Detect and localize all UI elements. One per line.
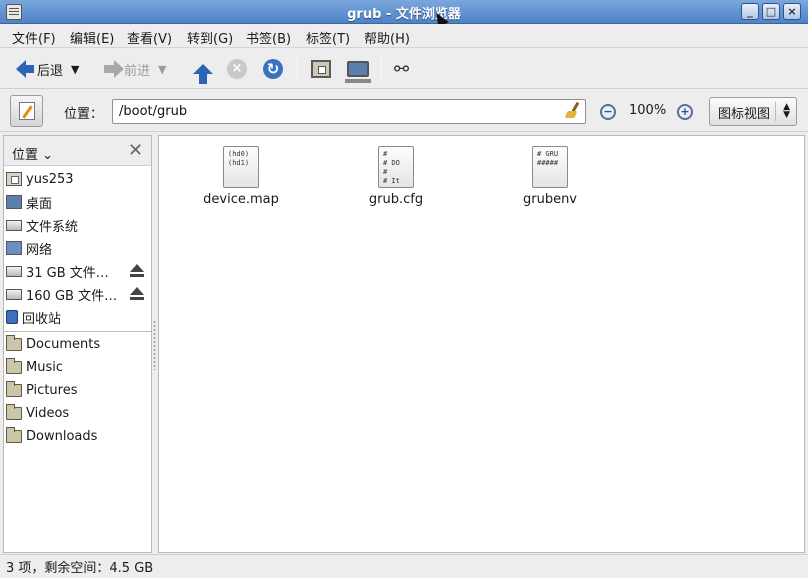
close-window-button[interactable]: × bbox=[783, 3, 801, 20]
file-view[interactable]: (hd0) (hd1) device.map # # DO # # It gru… bbox=[158, 135, 805, 553]
toolbar-separator bbox=[297, 57, 298, 81]
maximize-button[interactable]: □ bbox=[762, 3, 780, 20]
home-button[interactable] bbox=[311, 56, 331, 82]
menu-help[interactable]: 帮助(H) bbox=[364, 28, 410, 47]
reload-button[interactable]: ↻ bbox=[263, 56, 283, 82]
select-updown-icon: ▲ ▼ bbox=[783, 102, 790, 120]
file-name: grubenv bbox=[522, 192, 578, 207]
status-bar: 3 项，剩余空间：4.5 GB bbox=[0, 554, 808, 578]
menu-view[interactable]: 查看(V) bbox=[127, 28, 172, 47]
toolbar-separator bbox=[381, 57, 382, 81]
folder-icon bbox=[6, 334, 22, 351]
folder-icon bbox=[6, 357, 22, 374]
home-folder-icon bbox=[311, 60, 331, 78]
file-item-device-map[interactable]: (hd0) (hd1) device.map bbox=[186, 146, 296, 207]
zoom-out-icon[interactable]: − bbox=[600, 104, 616, 120]
back-arrow-icon bbox=[16, 60, 34, 78]
minimize-button[interactable]: _ bbox=[741, 3, 759, 20]
sidebar-separator bbox=[4, 331, 151, 332]
side-pane-type-select[interactable]: 位置 ⌄ bbox=[12, 144, 53, 163]
sidebar-item-volume-31gb[interactable]: 31 GB 文件… bbox=[4, 260, 151, 282]
back-label: 后退 bbox=[37, 63, 64, 79]
menu-go[interactable]: 转到(G) bbox=[187, 28, 233, 47]
drive-icon bbox=[6, 265, 22, 277]
menu-bookmarks[interactable]: 书签(B) bbox=[246, 28, 291, 47]
sidebar-item-trash[interactable]: 回收站 bbox=[4, 306, 151, 328]
drive-icon bbox=[6, 288, 22, 300]
window-title: grub - 文件浏览器 bbox=[347, 7, 461, 22]
reload-icon: ↻ bbox=[263, 59, 283, 79]
sidebar-bookmark-music[interactable]: Music bbox=[4, 356, 151, 378]
binoculars-icon: ⚯ bbox=[394, 58, 410, 80]
file-name: grub.cfg bbox=[368, 192, 424, 207]
side-pane: 位置 ⌄ ✕ yus253 桌面 文件系统 网络 31 GB 文件… 160 G… bbox=[3, 135, 152, 553]
zoom-in-icon[interactable]: + bbox=[677, 104, 693, 120]
sidebar-item-home[interactable]: yus253 bbox=[4, 168, 151, 190]
close-side-pane-icon[interactable]: ✕ bbox=[128, 140, 143, 161]
folder-icon bbox=[6, 426, 22, 443]
chevron-down-icon: ⌄ bbox=[42, 148, 54, 163]
pane-resize-handle[interactable] bbox=[153, 320, 156, 370]
text-file-icon: # GRU ##### bbox=[532, 146, 568, 188]
side-pane-header: 位置 ⌄ ✕ bbox=[4, 136, 151, 166]
forward-label: 前进 bbox=[124, 63, 151, 79]
text-file-icon: (hd0) (hd1) bbox=[223, 146, 259, 188]
sidebar-bookmark-pictures[interactable]: Pictures bbox=[4, 379, 151, 401]
computer-button[interactable] bbox=[345, 56, 371, 83]
folder-icon bbox=[6, 380, 22, 397]
status-text: 3 项，剩余空间：4.5 GB bbox=[6, 561, 154, 576]
sidebar-item-volume-160gb[interactable]: 160 GB 文件… bbox=[4, 283, 151, 305]
folder-icon bbox=[6, 403, 22, 420]
search-button[interactable]: ⚯ bbox=[394, 56, 409, 82]
location-label: 位置： bbox=[64, 107, 104, 122]
forward-arrow-icon bbox=[104, 60, 124, 78]
sidebar-item-desktop[interactable]: 桌面 bbox=[4, 191, 151, 213]
sidebar-bookmark-documents[interactable]: Documents bbox=[4, 333, 151, 355]
forward-button[interactable]: 前进 ▼ bbox=[104, 56, 166, 82]
eject-icon[interactable] bbox=[130, 264, 144, 278]
computer-icon bbox=[345, 61, 371, 83]
clear-location-broom-icon[interactable] bbox=[566, 102, 580, 120]
file-name: device.map bbox=[203, 192, 279, 207]
view-mode-select[interactable]: 图标视图 ▲ ▼ bbox=[709, 97, 797, 126]
home-folder-icon bbox=[6, 172, 22, 186]
sidebar-bookmark-videos[interactable]: Videos bbox=[4, 402, 151, 424]
desktop-icon bbox=[6, 195, 22, 209]
toggle-location-entry-button[interactable] bbox=[10, 95, 43, 127]
back-button[interactable]: 后退 ▼ bbox=[16, 56, 79, 82]
trash-icon bbox=[6, 310, 18, 324]
text-file-icon: # # DO # # It bbox=[378, 146, 414, 188]
stop-button[interactable]: × bbox=[227, 56, 247, 82]
up-arrow-icon bbox=[193, 64, 213, 84]
menu-file[interactable]: 文件(F) bbox=[12, 28, 56, 47]
back-history-chevron-icon[interactable]: ▼ bbox=[71, 63, 79, 76]
location-input[interactable] bbox=[112, 99, 586, 124]
stop-icon: × bbox=[227, 59, 247, 79]
sidebar-item-filesystem[interactable]: 文件系统 bbox=[4, 214, 151, 236]
location-bar: 位置： − 100% + 图标视图 ▲▼ bbox=[0, 90, 808, 132]
drive-icon bbox=[6, 219, 22, 231]
title-bar: grub - 文件浏览器 _ □ × bbox=[0, 0, 808, 24]
toolbar: 后退 ▼ 前进 ▼ × ↻ ⚯ bbox=[0, 49, 808, 89]
up-button[interactable] bbox=[193, 56, 213, 84]
view-mode-label: 图标视图 bbox=[718, 107, 771, 122]
sidebar-item-network[interactable]: 网络 bbox=[4, 237, 151, 259]
network-icon bbox=[6, 241, 22, 255]
menu-tabs[interactable]: 标签(T) bbox=[306, 28, 350, 47]
forward-history-chevron-icon[interactable]: ▼ bbox=[158, 63, 166, 76]
zoom-level[interactable]: 100% bbox=[629, 103, 666, 118]
menu-edit[interactable]: 编辑(E) bbox=[70, 28, 114, 47]
file-item-grubenv[interactable]: # GRU ##### grubenv bbox=[495, 146, 605, 207]
menu-bar: 文件(F) 编辑(E) 查看(V) 转到(G) 书签(B) 标签(T) 帮助(H… bbox=[0, 24, 808, 48]
sidebar-bookmark-downloads[interactable]: Downloads bbox=[4, 425, 151, 447]
eject-icon[interactable] bbox=[130, 287, 144, 301]
file-item-grub-cfg[interactable]: # # DO # # It grub.cfg bbox=[341, 146, 451, 207]
notepad-pencil-icon bbox=[19, 102, 35, 120]
